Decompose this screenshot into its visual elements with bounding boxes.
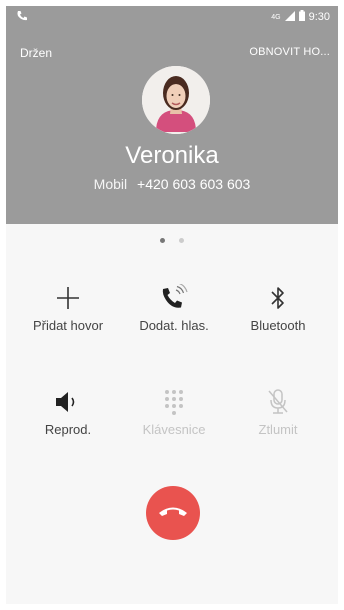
hang-up-icon (158, 504, 188, 523)
call-status-icon (16, 10, 28, 25)
contact-name: Veronika (125, 142, 219, 169)
keypad-icon (124, 386, 224, 418)
mute-mic-icon (228, 386, 328, 418)
speaker-button[interactable]: Reprod. (18, 386, 118, 456)
4g-icon: 4G (271, 13, 281, 21)
call-header: 4G 9:30 Držen OBNOVIT HO... Veronika Mob… (6, 6, 338, 224)
status-bar: 4G 9:30 (6, 6, 338, 28)
add-call-label: Přidat hovor (32, 318, 104, 333)
page-indicator (6, 238, 338, 243)
clock: 9:30 (308, 11, 330, 23)
hold-button[interactable]: Držen (20, 46, 52, 60)
signal-icon (284, 10, 295, 24)
phone-screen: 4G 9:30 Držen OBNOVIT HO... Veronika Mob… (6, 6, 338, 604)
contact-avatar (142, 66, 210, 134)
extra-volume-button[interactable]: Dodat. hlas. (124, 282, 224, 352)
phone-number: +420 603 603 603 (137, 176, 251, 192)
add-call-button[interactable]: Přidat hovor (18, 282, 118, 352)
bluetooth-icon (228, 282, 328, 314)
bluetooth-label: Bluetooth (250, 318, 306, 333)
end-call-button[interactable] (146, 486, 200, 540)
speaker-icon (18, 386, 118, 418)
speaker-label: Reprod. (44, 422, 92, 437)
page-dot (179, 238, 184, 243)
mute-label: Ztlumit (258, 422, 298, 437)
extra-volume-label: Dodat. hlas. (139, 318, 209, 333)
resume-call-button[interactable]: OBNOVIT HO... (249, 46, 330, 58)
phone-volume-icon (124, 282, 224, 314)
contact-number-row: Mobil +420 603 603 603 (6, 176, 338, 192)
mute-button[interactable]: Ztlumit (228, 386, 328, 456)
page-dot-active (160, 238, 165, 243)
number-type: Mobil (93, 176, 128, 192)
bluetooth-button[interactable]: Bluetooth (228, 282, 328, 352)
keypad-label: Klávesnice (142, 422, 206, 437)
plus-icon (18, 282, 118, 314)
battery-icon (298, 10, 305, 24)
keypad-button[interactable]: Klávesnice (124, 386, 224, 456)
